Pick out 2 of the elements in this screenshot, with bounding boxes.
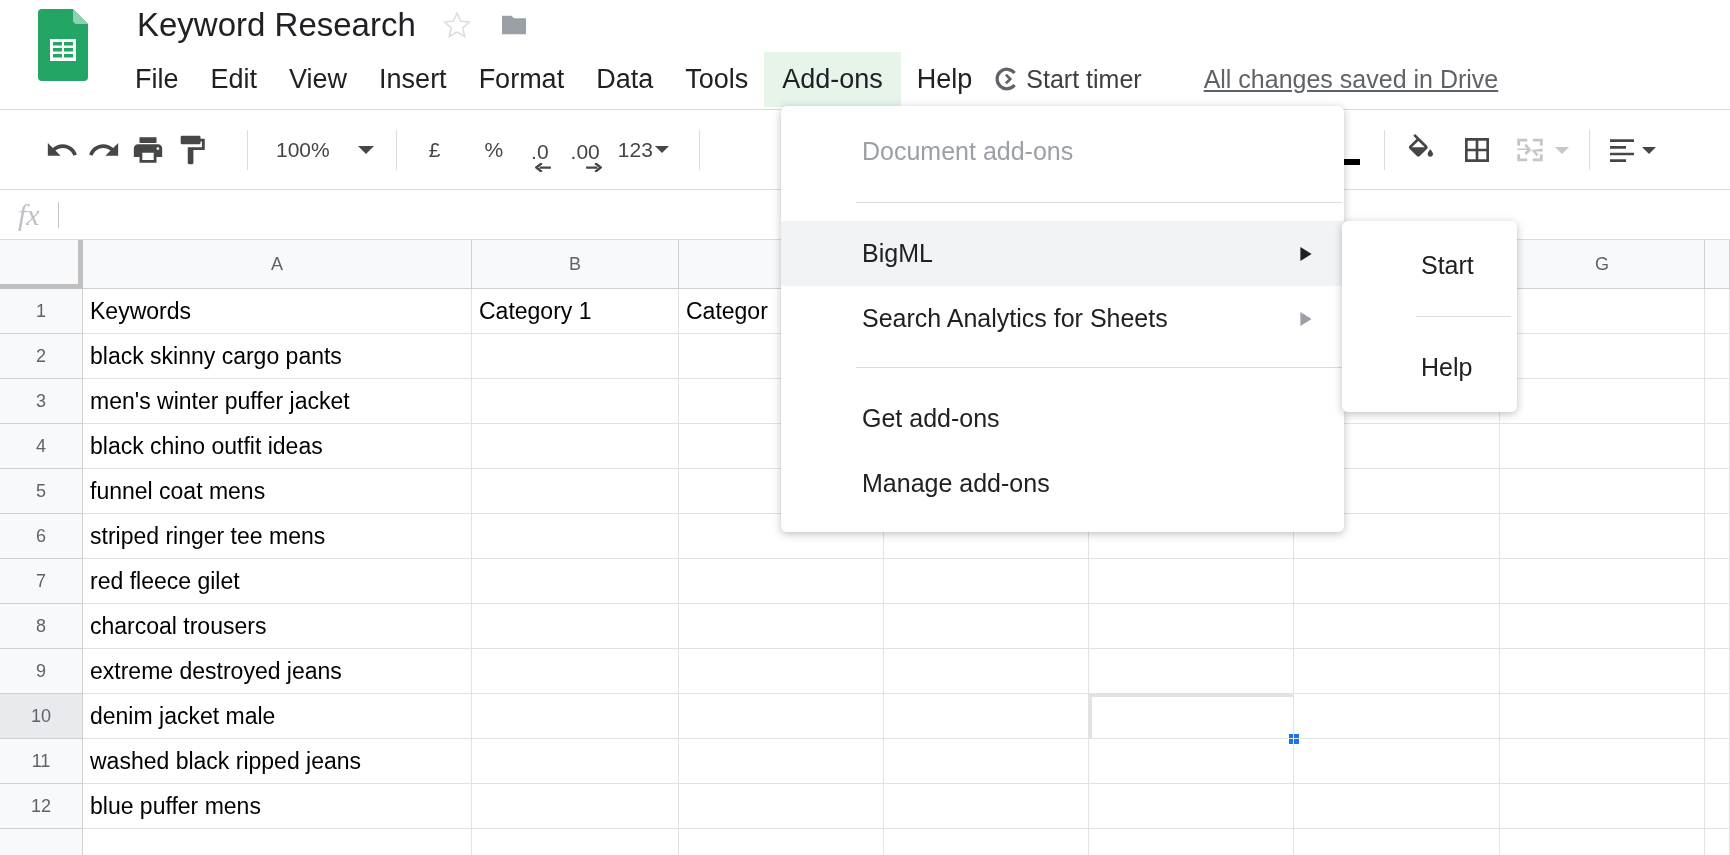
formula-label: fx — [18, 197, 40, 233]
menu-section-label: Document add-ons — [861, 136, 1075, 168]
